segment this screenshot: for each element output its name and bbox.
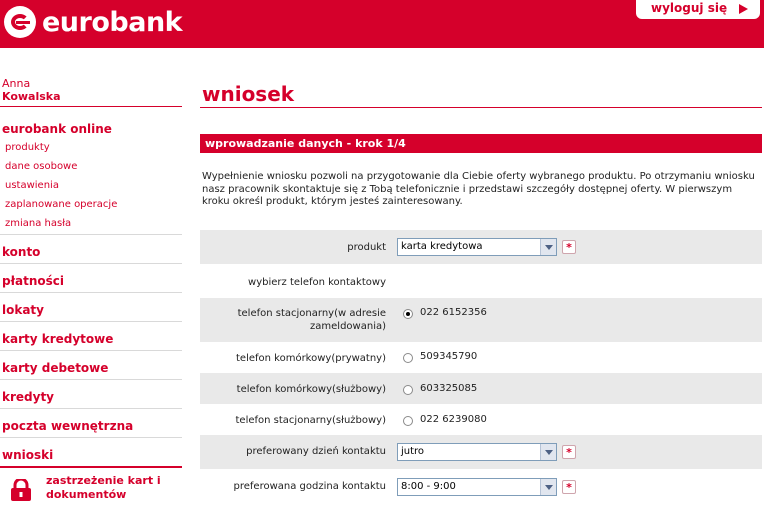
form-row-choose-phone: wybierz telefon kontaktowy (200, 264, 762, 298)
lock-icon (11, 479, 31, 501)
sidebar-divider (0, 263, 182, 264)
required-mark: * (562, 445, 576, 459)
form-row-product: produkt karta kredytowa * (200, 230, 762, 264)
phone-landline-home-number: 022 6152356 (420, 307, 487, 318)
sidebar-divider (0, 106, 182, 107)
chevron-down-icon[interactable] (540, 239, 556, 255)
top-header: eurobank wyloguj się (0, 0, 764, 48)
eurobank-logo-icon (4, 6, 36, 38)
phone-landline-work-radio[interactable] (403, 416, 413, 426)
phone-mobile-work-label: telefon komórkowy(służbowy) (236, 384, 386, 395)
sidebar-divider (0, 408, 182, 409)
form-row-phone-landline-home: telefon stacjonarny(w adresie zameldowan… (200, 298, 762, 342)
form-row-contact-hour: preferowana godzina kontaktu 8:00 - 9:00… (200, 469, 762, 505)
sidebar-item-produkty[interactable]: produkty (5, 142, 50, 153)
phone-landline-work-label: telefon stacjonarny(służbowy) (235, 415, 386, 426)
sidebar-section-karty-debetowe[interactable]: karty debetowe (2, 361, 108, 375)
sidebar-divider (0, 321, 182, 322)
product-label: produkt (347, 242, 386, 253)
user-last-name: Kowalska (2, 90, 61, 103)
form-row-phone-mobile-work: telefon komórkowy(służbowy) 603325085 (200, 373, 762, 404)
phone-mobile-private-number: 509345790 (420, 351, 478, 362)
block-cards-link[interactable]: zastrzeżenie kart i dokumentów (46, 474, 161, 502)
brand-name: eurobank (42, 6, 183, 38)
sidebar-section-eurobank-online[interactable]: eurobank online (2, 122, 112, 136)
form-row-phone-landline-work: telefon stacjonarny(służbowy) 022 623908… (200, 404, 762, 435)
contact-day-select[interactable]: jutro (397, 443, 557, 461)
form-row-phone-mobile-private: telefon komórkowy(prywatny) 509345790 (200, 342, 762, 373)
sidebar-section-konto[interactable]: konto (2, 245, 40, 259)
phone-landline-home-radio[interactable] (403, 309, 413, 319)
phone-mobile-private-label: telefon komórkowy(prywatny) (236, 353, 386, 364)
sidebar-item-dane-osobowe[interactable]: dane osobowe (5, 161, 77, 172)
sidebar-section-platnosci[interactable]: płatności (2, 274, 64, 288)
sidebar-item-ustawienia[interactable]: ustawienia (5, 180, 59, 191)
eurobank-logo[interactable]: eurobank (4, 5, 183, 39)
sidebar-section-lokaty[interactable]: lokaty (2, 303, 44, 317)
contact-hour-label: preferowana godzina kontaktu (233, 481, 387, 492)
sidebar-active-divider (0, 466, 182, 468)
phone-mobile-private-radio[interactable] (403, 353, 413, 363)
contact-hour-select[interactable]: 8:00 - 9:00 (397, 478, 557, 496)
required-mark: * (562, 240, 576, 254)
sidebar-section-karty-kredytowe[interactable]: karty kredytowe (2, 332, 113, 346)
form-row-contact-day: preferowany dzień kontaktu jutro * (200, 435, 762, 469)
contact-hour-value: 8:00 - 9:00 (401, 481, 456, 492)
block-cards-label-1: zastrzeżenie kart i (46, 474, 161, 487)
logout-button[interactable]: wyloguj się (636, 0, 760, 19)
arrow-right-icon (739, 4, 748, 14)
contact-day-value: jutro (401, 446, 425, 457)
sidebar-divider (0, 292, 182, 293)
sidebar-divider (0, 379, 182, 380)
step-header: wprowadzanie danych - krok 1/4 (200, 134, 762, 153)
user-first-name: Anna (2, 77, 31, 90)
sidebar-divider (0, 234, 182, 235)
sidebar-item-zaplanowane-operacje[interactable]: zaplanowane operacje (5, 199, 117, 210)
product-select-value: karta kredytowa (401, 241, 483, 252)
title-divider (200, 107, 762, 108)
page-title: wniosek (202, 82, 295, 106)
product-select[interactable]: karta kredytowa (397, 238, 557, 256)
sidebar-divider (0, 350, 182, 351)
phone-landline-work-number: 022 6239080 (420, 414, 487, 425)
chevron-down-icon[interactable] (540, 479, 556, 495)
phone-mobile-work-number: 603325085 (420, 383, 478, 394)
phone-landline-home-label: telefon stacjonarny(w adresie zameldowan… (237, 308, 386, 332)
sidebar-section-poczta-wewnetrzna[interactable]: poczta wewnętrzna (2, 419, 133, 433)
contact-day-label: preferowany dzień kontaktu (246, 446, 386, 457)
logout-label: wyloguj się (651, 1, 728, 15)
sidebar-section-wnioski[interactable]: wnioski (2, 448, 53, 462)
phone-mobile-work-radio[interactable] (403, 385, 413, 395)
required-mark: * (562, 480, 576, 494)
chevron-down-icon[interactable] (540, 444, 556, 460)
choose-phone-label: wybierz telefon kontaktowy (248, 277, 386, 288)
sidebar-item-zmiana-hasla[interactable]: zmiana hasła (5, 218, 71, 229)
intro-text: Wypełnienie wniosku pozwoli na przygotow… (202, 171, 755, 207)
block-cards-label-2: dokumentów (46, 488, 127, 501)
sidebar-section-kredyty[interactable]: kredyty (2, 390, 54, 404)
sidebar-divider (0, 437, 182, 438)
